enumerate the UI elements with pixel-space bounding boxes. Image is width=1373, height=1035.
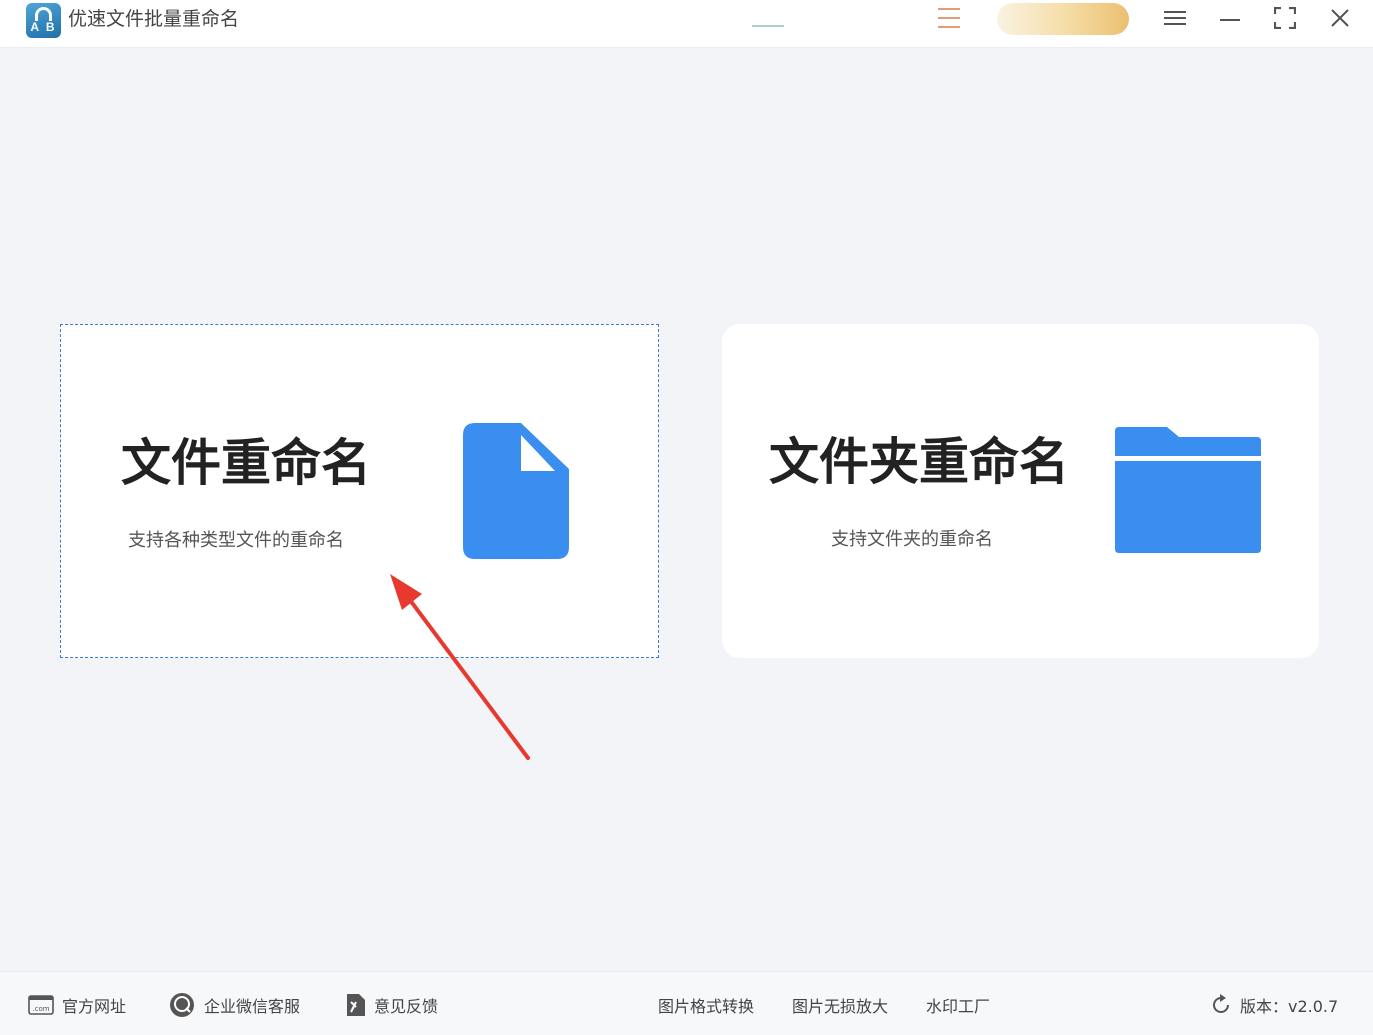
menu-button[interactable] [1159,4,1191,32]
refresh-icon [1213,994,1229,1013]
footer-label: 官方网址 [62,997,127,1016]
footer-label: 意见反馈 [374,997,439,1016]
watermark-factory-link[interactable]: 水印工厂 [926,992,990,1018]
version-label: 版本：v2.0.7 [1240,997,1339,1016]
footer-label: 企业微信客服 [204,997,301,1016]
feedback-link[interactable]: 意见反馈 [344,992,438,1018]
file-icon [463,423,569,559]
image-format-convert-link[interactable]: 图片格式转换 [658,992,754,1018]
card-title: 文件重命名 [121,434,371,492]
annotation-arrow-icon [390,574,530,760]
image-upscale-link[interactable]: 图片无损放大 [792,992,888,1018]
close-icon [1331,9,1349,27]
folder-rename-card[interactable]: 文件夹重命名 支持文件夹的重命名 [722,324,1319,658]
close-button[interactable] [1324,4,1356,32]
app-logo-icon: A B [26,3,61,38]
promo-badge[interactable] [938,6,960,30]
title-bar: A B 优速文件批量重命名 [0,0,1373,48]
card-description: 支持各种类型文件的重命名 [128,530,344,551]
version-check[interactable]: 版本：v2.0.7 [1210,992,1338,1018]
footer-bar: .com 官方网址 企业微信客服 意见反馈 图片格式转换 图片无损放大 水印工厂… [0,971,1373,1035]
chat-icon [170,993,194,1017]
promo-banner[interactable] [997,3,1129,35]
footer-label: 水印工厂 [926,997,991,1016]
official-website-link[interactable]: .com 官方网址 [28,992,126,1018]
file-rename-card[interactable]: 文件重命名 支持各种类型文件的重命名 [60,324,659,658]
footer-label: 图片格式转换 [658,997,755,1016]
folder-icon [1115,427,1261,553]
footer-label: 图片无损放大 [792,997,889,1016]
wechat-service-link[interactable]: 企业微信客服 [168,992,300,1018]
maximize-icon [1274,7,1296,29]
app-title: 优速文件批量重命名 [68,8,240,30]
card-description: 支持文件夹的重命名 [831,529,993,550]
hamburger-menu-icon [1164,11,1186,25]
website-icon: .com [28,995,54,1015]
minimize-icon [1220,19,1240,21]
maximize-button[interactable] [1269,4,1301,32]
svg-text:.com: .com [32,1005,49,1013]
feedback-icon [347,994,365,1016]
minimize-button[interactable] [1214,4,1246,32]
promo-badge[interactable] [752,8,784,32]
card-title: 文件夹重命名 [769,433,1069,491]
